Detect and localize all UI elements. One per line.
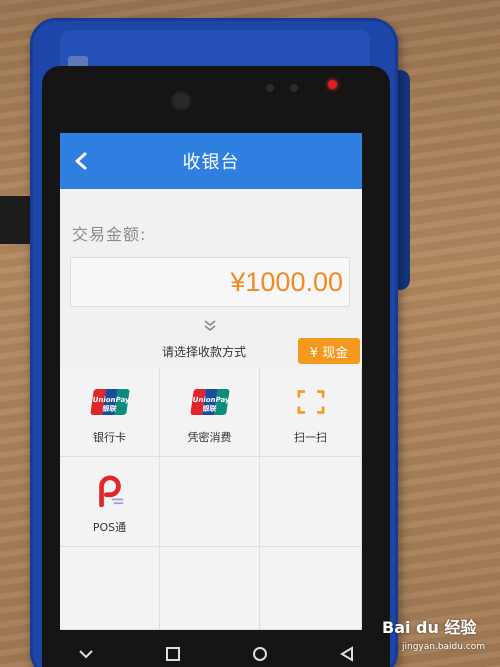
method-bank-card[interactable]: UnionPay 银联 银行卡 — [60, 367, 160, 457]
back-button[interactable] — [68, 147, 94, 175]
sensor-dot — [290, 84, 298, 92]
method-scan[interactable]: 扫一扫 — [260, 367, 362, 457]
method-label: POS通 — [92, 521, 127, 534]
baidu-watermark-url: jingyan.baidu.com — [402, 642, 486, 652]
method-label: 扫一扫 — [294, 431, 327, 444]
chevron-left-icon — [75, 152, 87, 170]
app-screen: 收银台 交易金额: ¥1000.00 请选择收款方式 ¥ 现金 UnionPay… — [60, 133, 362, 630]
empty-cell — [260, 457, 362, 547]
page-title: 收银台 — [182, 152, 240, 173]
method-label: 凭密消费 — [187, 431, 232, 444]
unionpay-logo-text: UnionPay 银联 — [91, 396, 130, 413]
cash-button[interactable]: ¥ 现金 — [298, 338, 360, 364]
amount-field[interactable]: ¥1000.00 — [70, 257, 350, 307]
menu-icon[interactable] — [78, 646, 94, 662]
status-led — [328, 80, 337, 89]
payment-prompt: 请选择收款方式 — [162, 345, 247, 359]
back-nav-icon[interactable] — [339, 645, 355, 662]
empty-cell — [60, 547, 160, 630]
payment-header: 请选择收款方式 ¥ 现金 — [60, 333, 362, 367]
title-bar: 收银台 — [60, 133, 362, 189]
method-pos-tong[interactable]: POS通 — [60, 457, 160, 547]
empty-cell — [260, 547, 362, 630]
camera-icon — [170, 90, 192, 112]
unionpay-icon: UnionPay 银联 — [189, 389, 230, 415]
method-pin-payment[interactable]: UnionPay 银联 凭密消费 — [160, 367, 260, 457]
empty-cell — [160, 547, 260, 630]
pos-tong-icon — [98, 475, 123, 507]
empty-cell — [160, 457, 260, 547]
recents-icon[interactable] — [165, 646, 181, 662]
home-icon[interactable] — [252, 646, 268, 662]
amount-value: ¥1000.00 — [230, 266, 343, 297]
scan-icon — [297, 390, 324, 414]
sensor-dot — [266, 84, 274, 92]
system-navbar — [42, 640, 390, 667]
baidu-watermark: Bai du 经验 — [382, 618, 477, 637]
chevron-down-icon[interactable] — [202, 319, 218, 333]
method-label: 银行卡 — [93, 431, 126, 444]
amount-label: 交易金额: — [72, 225, 147, 244]
unionpay-icon: UnionPay 银联 — [89, 389, 130, 415]
unionpay-logo-text: UnionPay 银联 — [191, 396, 230, 413]
payment-methods-grid: UnionPay 银联 银行卡 UnionPay 银联 凭密消费 扫一扫 POS… — [60, 367, 362, 630]
